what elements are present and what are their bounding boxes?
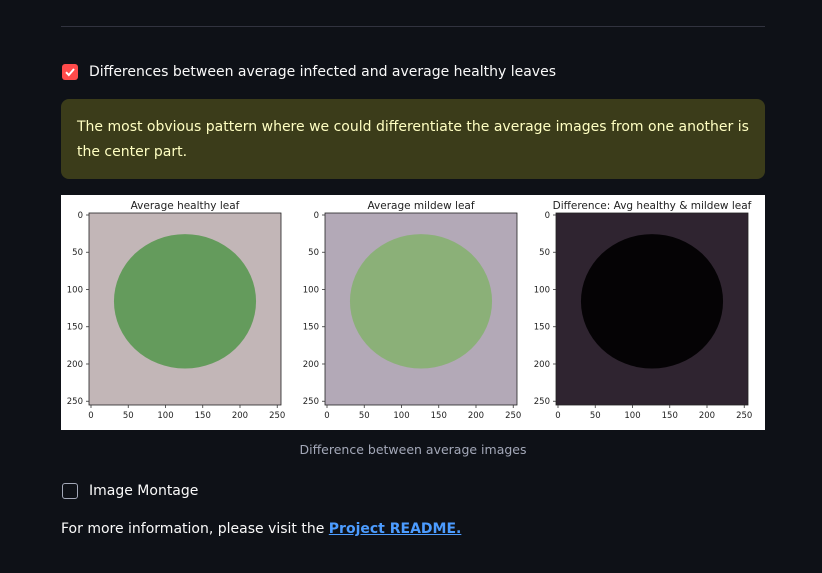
panel-3-y-tick-label: 50 bbox=[539, 248, 550, 258]
panel-3-y-tick-label: 250 bbox=[534, 397, 550, 407]
figure-canvas: Average healthy leaf 0 50 100 150 200 250 0 50 10… bbox=[67, 200, 753, 421]
panel-3-leaf-shape bbox=[580, 234, 724, 369]
panel-1-x-tick-label: 250 bbox=[269, 411, 285, 421]
checkbox-checked-icon[interactable] bbox=[62, 64, 78, 80]
panel-2-x-tick-label: 50 bbox=[359, 411, 370, 421]
panel-2-x-tick-label: 250 bbox=[505, 411, 521, 421]
image-montage-checkbox[interactable]: Image Montage bbox=[62, 483, 198, 499]
panel-1-title: Average healthy leaf bbox=[131, 200, 240, 212]
top-divider bbox=[61, 26, 765, 27]
panel-1-y-tick-label: 250 bbox=[67, 397, 83, 407]
panel-1-x-tick-label: 0 bbox=[88, 411, 93, 421]
panel-1-y-tick-label: 50 bbox=[72, 248, 83, 258]
panel-3-y-tick-label: 0 bbox=[545, 211, 550, 221]
panel-3-x-tick-label: 50 bbox=[590, 411, 601, 421]
panel-3-y-tick-label: 150 bbox=[534, 323, 550, 333]
panel-1-x-tick-label: 150 bbox=[195, 411, 211, 421]
footer-info: For more information, please visit the P… bbox=[61, 521, 461, 537]
info-alert: The most obvious pattern where we could … bbox=[61, 99, 765, 179]
panel-2-x-tick-label: 100 bbox=[393, 411, 409, 421]
panel-1-y-tick-label: 200 bbox=[67, 360, 83, 370]
panel-2-y-tick-label: 100 bbox=[303, 285, 319, 295]
image-montage-checkbox-label: Image Montage bbox=[89, 483, 199, 499]
panel-1-y-tick-label: 150 bbox=[67, 323, 83, 333]
panel-3-title: Difference: Avg healthy & mildew leaf bbox=[553, 200, 752, 212]
panel-3-x-tick-label: 0 bbox=[555, 411, 560, 421]
panel-2-title: Average mildew leaf bbox=[367, 200, 474, 212]
panel-1-y-tick-label: 100 bbox=[67, 285, 83, 295]
differences-checkbox-label: Differences between average infected and… bbox=[89, 64, 556, 80]
panel-2-y-tick-label: 150 bbox=[303, 323, 319, 333]
panel-2-y-tick-label: 50 bbox=[308, 248, 319, 258]
panel-2-x-tick-label: 0 bbox=[324, 411, 329, 421]
panel-1-y-tick-label: 0 bbox=[78, 211, 83, 221]
panel-2-y-tick-label: 200 bbox=[303, 360, 319, 370]
panel-3-x-tick-label: 200 bbox=[699, 411, 715, 421]
panel-2-leaf-shape bbox=[349, 234, 493, 369]
panel-3-x-tick-label: 150 bbox=[662, 411, 678, 421]
panel-3-x-tick-label: 250 bbox=[736, 411, 752, 421]
panel-1-x-tick-label: 100 bbox=[157, 411, 173, 421]
panel-1-leaf-shape bbox=[113, 234, 257, 369]
panel-1-x-tick-label: 200 bbox=[232, 411, 248, 421]
panel-1-x-tick-label: 50 bbox=[123, 411, 134, 421]
footer-text: For more information, please visit the bbox=[61, 521, 329, 537]
figure-caption: Difference between average images bbox=[299, 442, 527, 457]
panel-2-x-tick-label: 200 bbox=[468, 411, 484, 421]
info-alert-text: The most obvious pattern where we could … bbox=[77, 119, 749, 160]
average-images-figure: Average healthy leaf 0 50 100 150 200 250 0 50 10… bbox=[61, 195, 765, 430]
checkbox-unchecked-icon[interactable] bbox=[62, 483, 78, 499]
panel-2-y-tick-label: 0 bbox=[314, 211, 319, 221]
panel-3-y-tick-label: 200 bbox=[534, 360, 550, 370]
differences-checkbox[interactable]: Differences between average infected and… bbox=[62, 64, 556, 80]
panel-3-x-tick-label: 100 bbox=[624, 411, 640, 421]
panel-2-y-tick-label: 250 bbox=[303, 397, 319, 407]
panel-3-y-tick-label: 100 bbox=[534, 285, 550, 295]
panel-2-x-tick-label: 150 bbox=[431, 411, 447, 421]
readme-link[interactable]: Project README. bbox=[329, 521, 462, 537]
